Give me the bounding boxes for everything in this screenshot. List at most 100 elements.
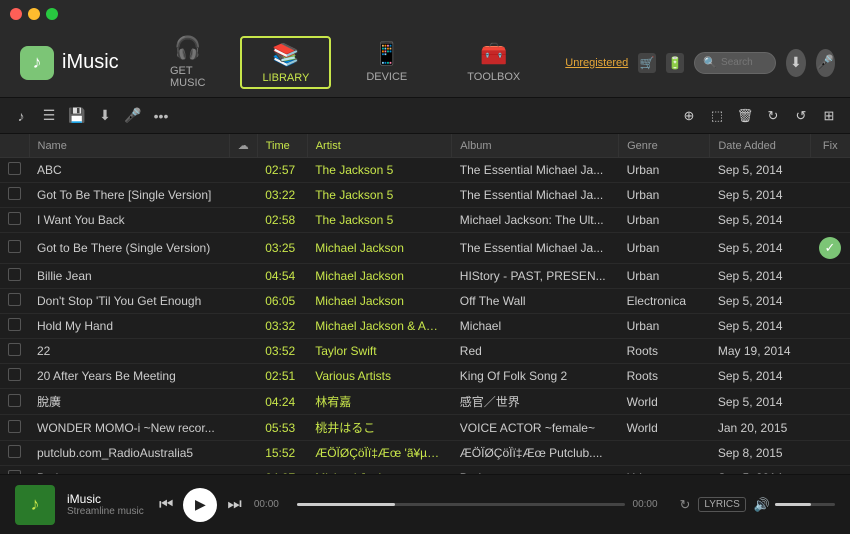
progress-bar[interactable] [297, 503, 625, 506]
table-row[interactable]: Got To Be There [Single Version] 03:22 T… [0, 183, 850, 208]
row-check-8[interactable] [0, 364, 29, 389]
tab-library[interactable]: 📚 LIBRARY [240, 36, 331, 89]
tab-get-music[interactable]: 🎧 GET MUSIC [140, 28, 235, 97]
toolbox-icon: 🧰 [480, 41, 507, 67]
table-row[interactable]: 20 After Years Be Meeting 02:51 Various … [0, 364, 850, 389]
delete-icon[interactable]: 🗑 [734, 105, 756, 127]
row-time-7: 03:52 [257, 339, 307, 364]
more-icon[interactable]: ••• [150, 105, 172, 127]
table-row[interactable]: Got to Be There (Single Version) 03:25 M… [0, 233, 850, 264]
table-row[interactable]: 脫廣 04:24 林宥嘉 感官／世界 World Sep 5, 2014 [0, 389, 850, 415]
row-genre-0: Urban [619, 158, 710, 183]
row-check-11[interactable] [0, 441, 29, 466]
add-icon[interactable]: ⊕ [678, 105, 700, 127]
table-row[interactable]: Billie Jean 04:54 Michael Jackson HIStor… [0, 264, 850, 289]
col-check-header [0, 134, 29, 158]
undo-icon[interactable]: ↺ [790, 105, 812, 127]
volume-icon[interactable]: 🔊 [754, 497, 770, 513]
table-row[interactable]: WONDER MOMO-i ~New recor... 05:53 桃井はるこ … [0, 415, 850, 441]
row-genre-6: Urban [619, 314, 710, 339]
row-fix-1[interactable] [810, 183, 850, 208]
import-icon[interactable]: ⬇ [94, 105, 116, 127]
tab-toolbox[interactable]: 🧰 TOOLBOX [437, 28, 550, 97]
row-fix-6[interactable] [810, 314, 850, 339]
row-check-1[interactable] [0, 183, 29, 208]
row-fix-5[interactable] [810, 289, 850, 314]
device-icon: 📱 [373, 41, 400, 67]
row-fix-4[interactable] [810, 264, 850, 289]
row-fix-9[interactable] [810, 389, 850, 415]
prev-button[interactable]: ⏮ [159, 496, 173, 514]
row-date-5: Sep 5, 2014 [710, 289, 810, 314]
copy-icon[interactable]: ⬚ [706, 105, 728, 127]
table-row[interactable]: 22 03:52 Taylor Swift Red Roots May 19, … [0, 339, 850, 364]
row-name-2: I Want You Back [29, 208, 229, 233]
row-check-2[interactable] [0, 208, 29, 233]
row-fix-11[interactable] [810, 441, 850, 466]
row-check-6[interactable] [0, 314, 29, 339]
tab-device[interactable]: 📱 DEVICE [336, 28, 437, 97]
table-row[interactable]: putclub.com_RadioAustralia5 15:52 ÆÖÏØÇö… [0, 441, 850, 466]
row-date-9: Sep 5, 2014 [710, 389, 810, 415]
cart-icon[interactable]: 🛒 [638, 53, 656, 73]
repeat-icon[interactable]: ↻ [680, 497, 691, 513]
col-name-header[interactable]: Name [29, 134, 229, 158]
mic-icon[interactable]: 🎤 [816, 49, 835, 77]
table-row[interactable]: I Want You Back 02:58 The Jackson 5 Mich… [0, 208, 850, 233]
row-fix-3[interactable]: ✓ [810, 233, 850, 264]
maximize-button[interactable] [46, 8, 58, 20]
row-fix-10[interactable] [810, 415, 850, 441]
table-row[interactable]: Hold My Hand 03:32 Michael Jackson & Ako… [0, 314, 850, 339]
list-icon[interactable]: ☰ [38, 105, 60, 127]
row-name-4: Billie Jean [29, 264, 229, 289]
unregistered-link[interactable]: Unregistered [565, 57, 628, 69]
col-fix-header[interactable]: Fix [810, 134, 850, 158]
row-artist-9: 林宥嘉 [307, 389, 452, 415]
col-genre-header[interactable]: Genre [619, 134, 710, 158]
battery-icon: 🔋 [666, 53, 684, 73]
download-icon[interactable]: ⬇ [786, 49, 805, 77]
search-box[interactable]: 🔍 Search [694, 52, 776, 74]
row-check-4[interactable] [0, 264, 29, 289]
grid-icon[interactable]: ⊞ [818, 105, 840, 127]
lyrics-button[interactable]: LYRICS [698, 497, 745, 512]
col-artist-header[interactable]: Artist [307, 134, 452, 158]
col-album-header[interactable]: Album [452, 134, 619, 158]
music-note-icon[interactable]: ♪ [10, 105, 32, 127]
player: ♪ iMusic Streamline music ⏮ ▶ ⏭ 00:00 00… [0, 474, 850, 534]
row-fix-8[interactable] [810, 364, 850, 389]
row-check-9[interactable] [0, 389, 29, 415]
row-name-8: 20 After Years Be Meeting [29, 364, 229, 389]
row-album-10: VOICE ACTOR ~female~ [452, 415, 619, 441]
row-fix-2[interactable] [810, 208, 850, 233]
col-time-header[interactable]: Time [257, 134, 307, 158]
close-button[interactable] [10, 8, 22, 20]
minimize-button[interactable] [28, 8, 40, 20]
tab-library-label: LIBRARY [262, 72, 309, 84]
row-fix-7[interactable] [810, 339, 850, 364]
headphones-icon: 🎧 [174, 35, 201, 61]
play-button[interactable]: ▶ [183, 488, 217, 522]
row-album-1: The Essential Michael Ja... [452, 183, 619, 208]
row-date-8: Sep 5, 2014 [710, 364, 810, 389]
next-button[interactable]: ⏭ [227, 496, 241, 514]
player-right: ↻ LYRICS 🔊 [680, 497, 835, 513]
row-check-0[interactable] [0, 158, 29, 183]
row-check-3[interactable] [0, 233, 29, 264]
refresh-icon[interactable]: ↻ [762, 105, 784, 127]
table-row[interactable]: Don't Stop 'Til You Get Enough 06:05 Mic… [0, 289, 850, 314]
row-check-7[interactable] [0, 339, 29, 364]
mic-toolbar-icon[interactable]: 🎤 [122, 105, 144, 127]
tab-get-music-label: GET MUSIC [170, 65, 205, 89]
row-check-10[interactable] [0, 415, 29, 441]
volume-bar[interactable] [775, 503, 835, 506]
table-row[interactable]: ABC 02:57 The Jackson 5 The Essential Mi… [0, 158, 850, 183]
save-icon[interactable]: 💾 [66, 105, 88, 127]
col-date-header[interactable]: Date Added [710, 134, 810, 158]
row-cloud-6 [229, 314, 257, 339]
row-fix-0[interactable] [810, 158, 850, 183]
row-cloud-4 [229, 264, 257, 289]
row-name-10: WONDER MOMO-i ~New recor... [29, 415, 229, 441]
row-time-4: 04:54 [257, 264, 307, 289]
row-check-5[interactable] [0, 289, 29, 314]
